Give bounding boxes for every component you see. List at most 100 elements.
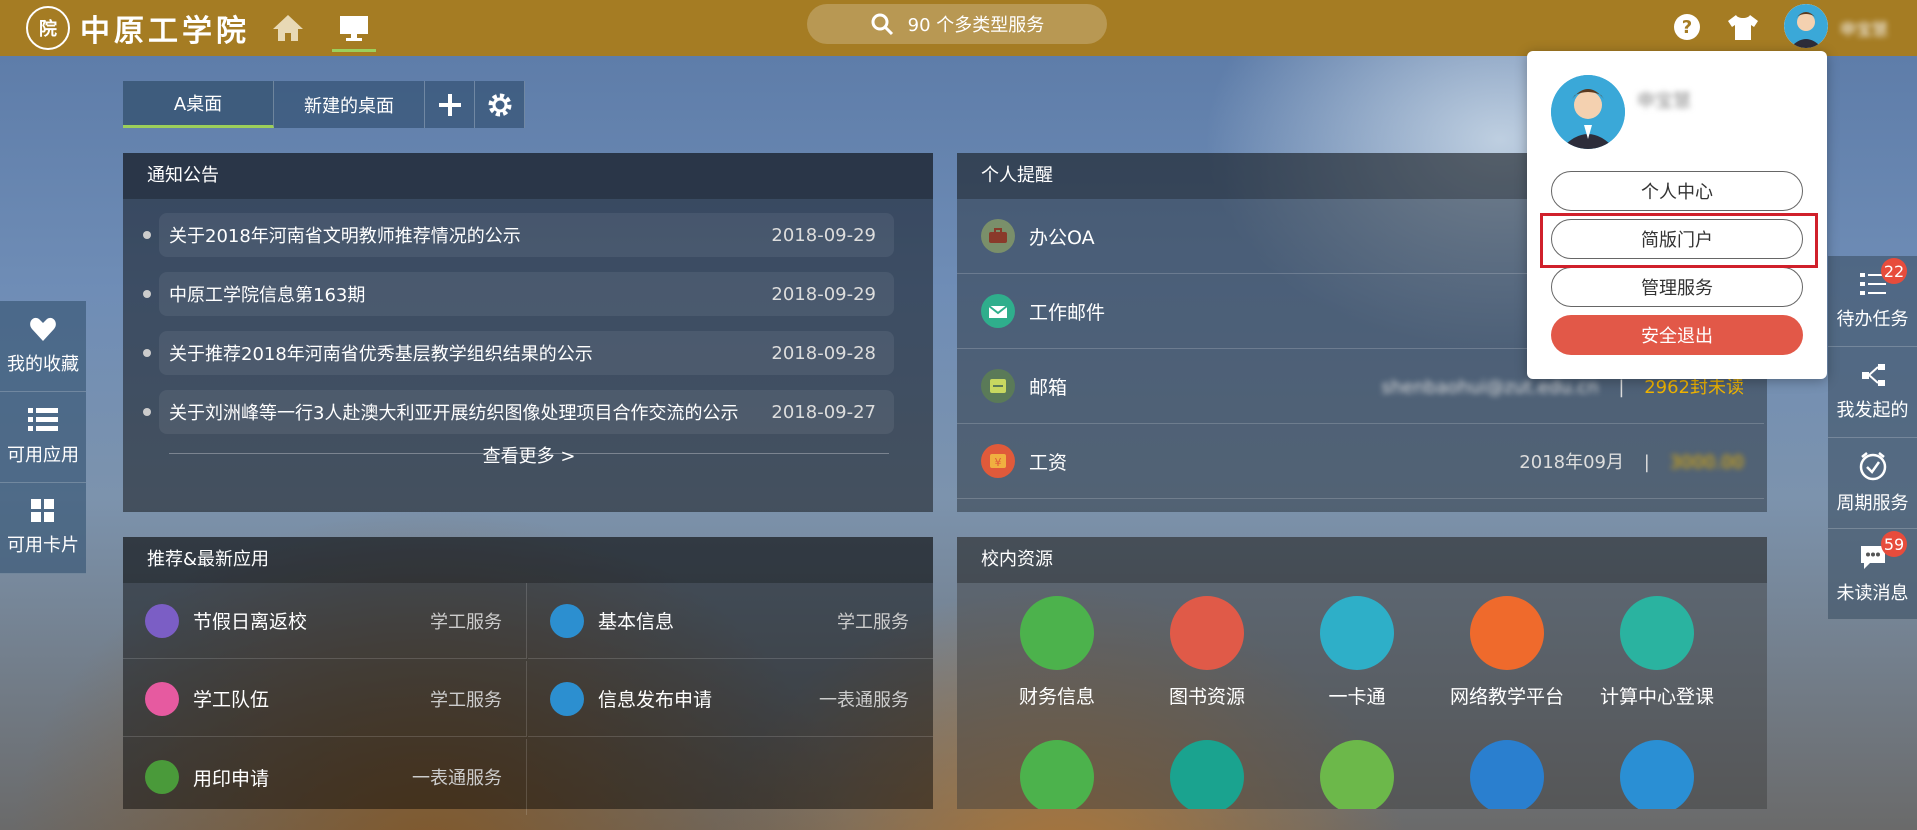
search-icon	[871, 13, 893, 36]
bullet-icon	[143, 408, 151, 416]
help-icon[interactable]: ?	[1670, 10, 1704, 44]
sidebar-item-initiated[interactable]: 我发起的	[1828, 347, 1917, 438]
notice-item[interactable]: 中原工学院信息第163期 2018-09-29	[143, 272, 894, 316]
resource-item[interactable]: 图书资源	[1132, 596, 1282, 709]
notice-text: 关于2018年河南省文明教师推荐情况的公示	[169, 226, 521, 247]
app-name: 用印申请	[193, 767, 270, 790]
highlight-box	[1540, 213, 1818, 268]
server-icon	[1020, 740, 1094, 809]
books-network-icon	[1170, 740, 1244, 809]
resource-item[interactable]: 一卡通	[1282, 596, 1432, 709]
add-desktop-icon[interactable]	[425, 81, 475, 128]
clock-check-icon	[1859, 452, 1886, 481]
resource-item[interactable]	[982, 740, 1132, 809]
resources-panel: 校内资源 财务信息 图书资源 一卡通 网络教学平台 计算中心登课	[957, 537, 1767, 809]
campus-card-icon	[1320, 596, 1394, 670]
sidebar-item-todo[interactable]: 22 待办任务	[1828, 256, 1917, 347]
notice-date: 2018-09-29	[771, 283, 876, 305]
sidebar-item-label: 周期服务	[1836, 493, 1909, 514]
tab-a-desktop[interactable]: A桌面	[123, 81, 274, 128]
sidebar-item-available-cards[interactable]: 可用卡片	[0, 483, 86, 574]
service-search-bar[interactable]: 90 个多类型服务	[807, 4, 1107, 44]
notice-item[interactable]: 关于刘洲峰等一行3人赴澳大利亚开展纺织图像处理项目合作交流的公示 2018-09…	[143, 390, 894, 434]
list-icon	[28, 408, 58, 431]
app-item[interactable]: 基本信息 学工服务	[528, 583, 933, 659]
resource-item[interactable]	[1282, 740, 1432, 809]
rocket-icon	[1470, 740, 1544, 809]
app-category: 学工服务	[430, 611, 502, 633]
resource-name: 财务信息	[1018, 686, 1095, 708]
sidebar-item-periodic[interactable]: 周期服务	[1828, 438, 1917, 529]
notice-date: 2018-09-28	[771, 342, 876, 364]
app-category: 学工服务	[430, 689, 502, 711]
app-item[interactable]: 学工队伍 学工服务	[123, 661, 527, 737]
resource-name: 计算中心登课	[1599, 686, 1714, 708]
settings-gear-icon[interactable]	[475, 81, 525, 128]
university-logo[interactable]: 院 中原工学院	[26, 6, 250, 50]
resource-item[interactable]	[1132, 740, 1282, 809]
salary-icon: ¥	[981, 444, 1015, 478]
reminder-label: 工资	[1029, 451, 1068, 474]
separator: |	[1643, 452, 1650, 473]
user-avatar[interactable]	[1784, 4, 1828, 48]
svg-text:?: ?	[1682, 17, 1692, 38]
sidebar-item-label: 可用应用	[7, 445, 79, 466]
mailbox-address: shenbaohui@zut.edu.cn	[1381, 377, 1599, 398]
resource-item[interactable]: 财务信息	[982, 596, 1132, 709]
sidebar-item-label: 待办任务	[1836, 309, 1909, 330]
tab-new-desktop[interactable]: 新建的桌面	[274, 81, 425, 128]
app-category: 一表通服务	[412, 768, 502, 789]
calendar-app-icon	[145, 603, 179, 638]
logout-button[interactable]: 安全退出	[1551, 315, 1803, 355]
resource-item[interactable]: 网络教学平台	[1432, 596, 1582, 709]
manage-services-button[interactable]: 管理服务	[1551, 267, 1803, 307]
share-icon	[1861, 364, 1885, 386]
bullet-icon	[143, 231, 151, 239]
sidebar-item-label: 未读消息	[1836, 583, 1909, 604]
user-name[interactable]: 申宝慧	[1840, 16, 1888, 40]
notice-item[interactable]: 关于2018年河南省文明教师推荐情况的公示 2018-09-29	[143, 213, 894, 257]
app-name: 节假日离返校	[193, 611, 308, 633]
unread-badge: 59	[1881, 531, 1907, 557]
notices-panel: 通知公告 关于2018年河南省文明教师推荐情况的公示 2018-09-29 中原…	[123, 153, 933, 512]
sidebar-item-unread[interactable]: 59 未读消息	[1828, 529, 1917, 620]
notices-title: 通知公告	[123, 153, 933, 199]
notice-date: 2018-09-27	[771, 401, 876, 423]
notice-item[interactable]: 关于推荐2018年河南省优秀基层教学组织结果的公示 2018-09-28	[143, 331, 894, 375]
view-more-link[interactable]: 查看更多 >	[169, 446, 889, 480]
resource-name: 图书资源	[1168, 686, 1245, 708]
home-icon[interactable]	[264, 8, 312, 48]
notice-text: 关于刘洲峰等一行3人赴澳大利亚开展纺织图像处理项目合作交流的公示	[169, 403, 739, 424]
popup-avatar	[1551, 75, 1625, 149]
resource-item[interactable]: 计算中心登课	[1582, 596, 1732, 709]
briefcase-icon	[981, 219, 1015, 253]
logo-text: 中原工学院	[80, 14, 250, 49]
resource-name: 一卡通	[1328, 686, 1386, 708]
resource-item[interactable]	[1582, 740, 1732, 809]
app-name: 信息发布申请	[598, 689, 713, 711]
salary-month: 2018年09月	[1519, 452, 1625, 473]
popup-user-name: 申宝慧	[1637, 91, 1691, 112]
theme-shirt-icon[interactable]	[1726, 10, 1760, 44]
view-more-text: 查看更多 >	[482, 446, 576, 467]
app-item[interactable]: 用印申请 一表通服务	[123, 739, 527, 815]
resource-name: 网络教学平台	[1449, 686, 1564, 708]
publish-app-icon	[550, 681, 584, 716]
finance-icon	[1020, 596, 1094, 670]
app-category: 一表通服务	[819, 689, 909, 711]
top-navigation-bar: 院 中原工学院 90 个多类型服务 ? 申宝慧	[0, 0, 1917, 56]
resource-item[interactable]	[1432, 740, 1582, 809]
app-item[interactable]: 信息发布申请 一表通服务	[528, 661, 933, 737]
resources-title: 校内资源	[957, 537, 1767, 583]
desktop-tabs: A桌面 新建的桌面	[123, 81, 525, 128]
desktop-icon[interactable]	[330, 8, 378, 52]
apps-title: 推荐&最新应用	[123, 537, 933, 583]
notice-date: 2018-09-29	[771, 224, 876, 246]
sidebar-item-favorites[interactable]: 我的收藏	[0, 301, 86, 392]
sidebar-item-label: 我的收藏	[7, 354, 79, 375]
sidebar-item-available-apps[interactable]: 可用应用	[0, 392, 86, 483]
app-item[interactable]: 节假日离返校 学工服务	[123, 583, 527, 659]
reminder-item-salary[interactable]: ¥ 工资 2018年09月 | 3000.00	[957, 424, 1764, 499]
personal-center-button[interactable]: 个人中心	[1551, 171, 1803, 211]
bullet-icon	[143, 349, 151, 357]
